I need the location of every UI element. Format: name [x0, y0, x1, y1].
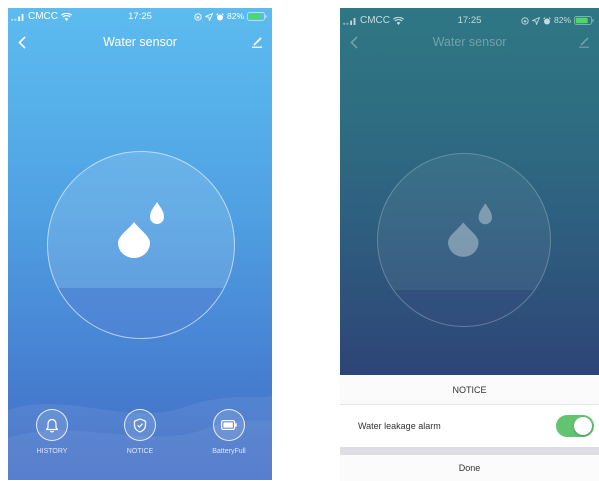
water-sensor-notice-screen: CMCC 17:25 82% Water sensor NOTICE Water… — [340, 8, 599, 481]
edit-button[interactable] — [251, 36, 263, 48]
sheet-separator — [340, 447, 599, 455]
notice-button[interactable] — [124, 409, 156, 441]
page-title: Water sensor — [103, 35, 177, 49]
battery-action[interactable]: BatteryFull — [199, 409, 259, 456]
status-right-group: 82% — [521, 14, 594, 27]
battery-status-icon — [247, 12, 267, 21]
history-button[interactable] — [36, 409, 68, 441]
edit-pencil-icon[interactable] — [251, 36, 263, 48]
toggle-knob — [574, 417, 592, 435]
water-leakage-alarm-label: Water leakage alarm — [358, 421, 441, 431]
orientation-lock-icon — [194, 12, 202, 21]
battery-percent: 82% — [226, 11, 244, 21]
water-status-circle — [47, 151, 235, 339]
large-drop — [448, 222, 479, 257]
edit-button — [578, 36, 590, 48]
battery-icon[interactable] — [221, 420, 237, 430]
water-leakage-alarm-toggle[interactable] — [556, 415, 594, 437]
shield-check-icon[interactable] — [133, 417, 147, 433]
notice-sheet: NOTICE Water leakage alarm Done — [340, 375, 599, 481]
nav-header: Water sensor — [8, 34, 272, 50]
battery-label: BatteryFull — [212, 448, 246, 455]
history-label: HISTORY — [36, 448, 68, 455]
notice-option-row: Water leakage alarm — [340, 405, 599, 447]
battery-status-icon — [574, 16, 594, 25]
water-level-band — [48, 288, 234, 338]
water-status-circle — [377, 153, 551, 327]
done-button[interactable]: Done — [340, 455, 599, 481]
page-title: Water sensor — [432, 35, 507, 49]
status-right-group: 82% — [194, 10, 267, 23]
edit-pencil-icon — [579, 37, 589, 48]
location-icon — [205, 12, 213, 21]
small-drop — [150, 202, 164, 224]
battery-percent: 82% — [553, 15, 571, 25]
alarm-icon — [216, 12, 224, 21]
battery-button[interactable] — [213, 409, 245, 441]
history-action[interactable]: HISTORY — [22, 409, 82, 456]
water-drop-icon — [118, 202, 164, 258]
small-drop — [478, 203, 492, 225]
status-bar: CMCC 17:25 82% — [8, 10, 272, 23]
notice-label: NOTICE — [126, 448, 154, 455]
water-sensor-main-screen: CMCC 17:25 82% Water sensor HISTORY NOTI… — [8, 8, 272, 480]
orientation-lock-icon — [521, 16, 529, 25]
large-drop — [118, 222, 150, 258]
location-icon — [532, 16, 540, 25]
alarm-icon — [543, 16, 551, 25]
sheet-title: NOTICE — [340, 375, 599, 405]
nav-header: Water sensor — [340, 34, 599, 50]
notice-action[interactable]: NOTICE — [110, 409, 170, 456]
water-drop-icon — [448, 203, 492, 257]
bell-icon[interactable] — [45, 418, 59, 433]
water-level-band — [378, 290, 550, 326]
status-bar: CMCC 17:25 82% — [340, 14, 599, 27]
